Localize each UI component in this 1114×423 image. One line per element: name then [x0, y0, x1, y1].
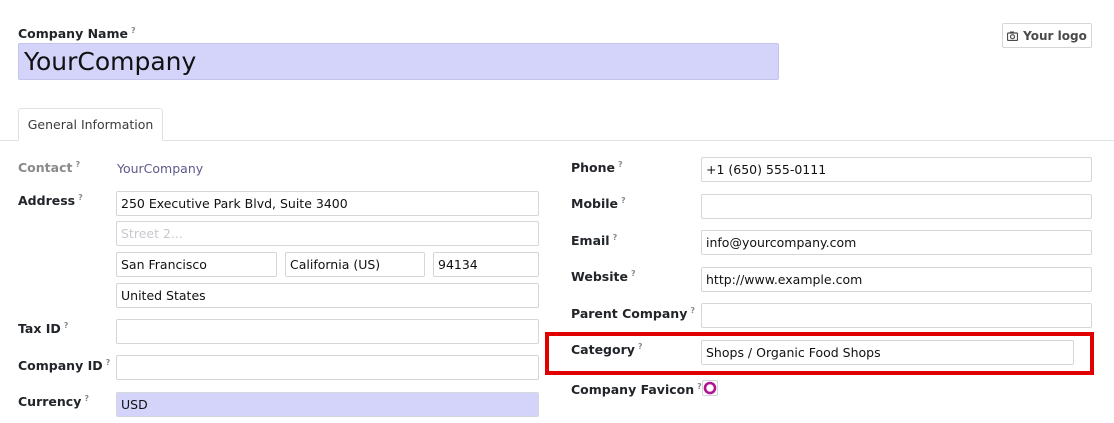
help-icon[interactable]: ? — [131, 26, 136, 35]
currency-select[interactable]: USD — [116, 392, 539, 417]
mobile-label: Mobile? — [571, 196, 626, 212]
company-favicon-label: Company Favicon? — [571, 382, 702, 398]
email-label: Email? — [571, 233, 618, 249]
help-icon[interactable]: ? — [106, 358, 111, 367]
state-select[interactable]: California (US) — [285, 252, 425, 277]
help-icon[interactable]: ? — [618, 160, 623, 169]
parent-company-select[interactable] — [701, 303, 1092, 328]
company-id-label: Company ID? — [18, 358, 111, 374]
help-icon[interactable]: ? — [78, 193, 83, 202]
company-name-label: Company Name? — [18, 26, 136, 42]
logo-button-label: Your logo — [1023, 28, 1087, 43]
logo-upload-button[interactable]: Your logo — [1002, 23, 1092, 48]
mobile-input[interactable] — [701, 194, 1092, 219]
favicon-upload[interactable] — [702, 380, 718, 396]
company-name-input[interactable]: YourCompany — [18, 43, 779, 80]
contact-link[interactable]: YourCompany — [117, 161, 203, 176]
website-input[interactable]: http://www.example.com — [701, 267, 1092, 292]
city-input[interactable]: San Francisco — [116, 252, 277, 277]
website-label: Website? — [571, 269, 636, 285]
help-icon[interactable]: ? — [64, 321, 69, 330]
phone-input[interactable]: +1 (650) 555-0111 — [701, 157, 1092, 182]
help-icon[interactable]: ? — [621, 196, 626, 205]
address-label: Address? — [18, 193, 83, 209]
street2-input[interactable]: Street 2... — [116, 221, 539, 246]
company-id-input[interactable] — [116, 355, 539, 380]
help-icon[interactable]: ? — [631, 269, 636, 278]
street-input[interactable]: 250 Executive Park Blvd, Suite 3400 — [116, 191, 539, 216]
help-icon[interactable]: ? — [75, 160, 80, 169]
favicon-ring-icon — [703, 381, 717, 395]
email-input[interactable]: info@yourcompany.com — [701, 230, 1092, 255]
tax-id-label: Tax ID? — [18, 321, 69, 337]
tab-divider — [0, 140, 1114, 141]
zip-input[interactable]: 94134 — [433, 252, 539, 277]
camera-icon — [1007, 31, 1019, 41]
help-icon[interactable]: ? — [84, 394, 89, 403]
phone-label: Phone? — [571, 160, 623, 176]
help-icon[interactable]: ? — [613, 233, 618, 242]
country-select[interactable]: United States — [116, 283, 539, 308]
help-icon[interactable]: ? — [690, 306, 695, 315]
tax-id-input[interactable] — [116, 319, 539, 344]
category-highlight-box — [545, 332, 1094, 375]
contact-label: Contact? — [18, 160, 81, 176]
parent-company-label: Parent Company? — [571, 306, 695, 322]
tab-general-information[interactable]: General Information — [18, 108, 163, 141]
currency-label: Currency? — [18, 394, 89, 410]
